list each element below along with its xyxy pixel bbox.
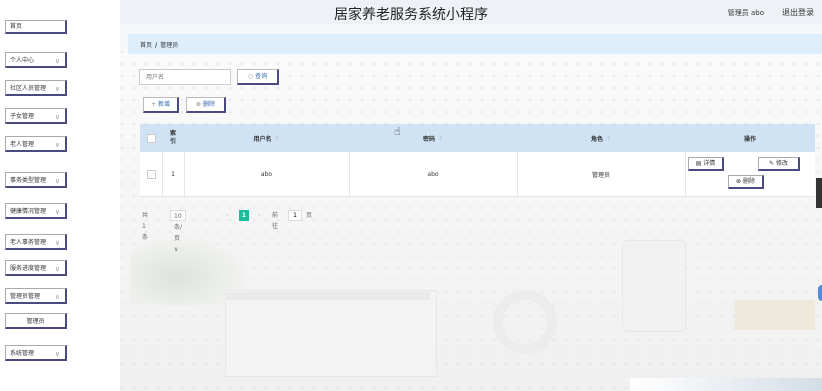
breadcrumb-current: 管理员 xyxy=(160,42,179,49)
next-page-icon[interactable]: › xyxy=(258,210,260,221)
sidebar: 首页 个人中心 ∨ 社区人员管理 ∨ 子女管理 ∨ 老人管理 ∨ 事务类型管理 … xyxy=(0,0,120,391)
chevron-down-icon: ∨ xyxy=(174,246,179,253)
decor-jar-image xyxy=(622,240,686,332)
sidebar-item-community-staff[interactable]: 社区人员管理 ∨ xyxy=(5,80,67,96)
chevron-down-icon: ∨ xyxy=(54,239,60,247)
table-row: 1 abo abo 管理员 ▤ 详情 ✎ 修改 ⊗ 删除 xyxy=(140,152,815,197)
search-input[interactable] xyxy=(139,69,231,85)
admin-table: 索引 用户名 ⇕ 密码 ⇕ 角色 ⇕ 操作 1 abo abo 管理员 ▤ 详情 ✎ … xyxy=(140,124,815,197)
detail-button[interactable]: ▤ 详情 xyxy=(688,157,724,171)
trash-icon: ⊗ xyxy=(736,178,742,185)
edit-icon: ✎ xyxy=(769,160,775,167)
sidebar-item-health[interactable]: 健康情况管理 ∨ xyxy=(5,203,67,219)
add-button-label: 新增 xyxy=(158,101,171,108)
sidebar-item-label: 事务类型管理 xyxy=(10,177,47,184)
select-all-cell[interactable] xyxy=(140,124,162,152)
cell-role: 管理员 xyxy=(591,171,610,179)
sidebar-item-label: 社区人员管理 xyxy=(10,85,47,92)
sidebar-item-label: 系统管理 xyxy=(10,350,35,357)
search-icon: ○ xyxy=(247,73,254,80)
decor-box-image xyxy=(225,290,437,377)
sidebar-item-children[interactable]: 子女管理 ∨ xyxy=(5,108,67,124)
chevron-down-icon: ∨ xyxy=(54,177,60,185)
edit-button[interactable]: ✎ 修改 xyxy=(758,157,800,171)
select-all-checkbox[interactable] xyxy=(146,133,156,143)
breadcrumb-separator: / xyxy=(155,42,158,49)
sidebar-item-service-progress[interactable]: 服务进度管理 ∨ xyxy=(5,260,67,276)
hand-cursor-icon: ☝ xyxy=(394,125,401,138)
sidebar-item-label: 老人事务管理 xyxy=(10,239,47,246)
detail-icon: ▤ xyxy=(695,160,702,167)
page-number-current[interactable]: 1 xyxy=(239,210,249,221)
sidebar-item-label: 管理员管理 xyxy=(10,293,41,300)
trash-icon: ⊗ xyxy=(195,101,201,108)
sidebar-item-label: 个人中心 xyxy=(10,57,35,64)
top-header: 居家养老服务系统小程序 管理员 abo 退出登录 xyxy=(0,0,822,24)
table-header: 索引 用户名 ⇕ 密码 ⇕ 角色 ⇕ 操作 xyxy=(140,124,815,152)
pagination-total: 共 1 条 xyxy=(142,212,149,241)
decor-book-image xyxy=(735,300,815,330)
sidebar-item-admin-manage[interactable]: 管理员管理 ∧ xyxy=(5,288,67,304)
current-user: 管理员 abo xyxy=(727,9,764,17)
cell-username: abo xyxy=(260,170,273,178)
sidebar-item-label: 管理员 xyxy=(26,318,45,325)
column-header-index: 索引 xyxy=(169,130,176,145)
chevron-down-icon: ∧ xyxy=(54,293,60,301)
sidebar-item-label: 健康情况管理 xyxy=(10,208,47,215)
row-checkbox[interactable] xyxy=(146,169,156,179)
search-button[interactable]: ○ 查询 xyxy=(237,69,279,85)
sidebar-item-elderly-affairs[interactable]: 老人事务管理 ∨ xyxy=(5,234,67,250)
prev-page-icon[interactable]: ‹ xyxy=(226,210,228,221)
plus-icon: + xyxy=(150,101,156,108)
floating-widget[interactable] xyxy=(818,285,822,301)
scrollbar-handle[interactable] xyxy=(816,178,822,208)
sidebar-item-home[interactable]: 首页 xyxy=(5,20,67,34)
add-button[interactable]: + 新增 xyxy=(143,97,179,113)
decor-box-lid xyxy=(225,292,430,300)
chevron-down-icon: ∨ xyxy=(54,208,60,216)
cell-actions: ▤ 详情 ✎ 修改 ⊗ 删除 xyxy=(685,152,815,196)
breadcrumb-bar: 首页 / 管理员 xyxy=(128,34,822,54)
column-header-username[interactable]: 用户名 ⇕ xyxy=(184,124,349,152)
chevron-down-icon: ∨ xyxy=(54,350,60,358)
sidebar-item-profile[interactable]: 个人中心 ∨ xyxy=(5,52,67,68)
page-unit-label: 页 xyxy=(306,212,313,219)
breadcrumb-home[interactable]: 首页 xyxy=(140,42,152,49)
sidebar-subitem-admin[interactable]: 管理员 xyxy=(5,313,67,329)
sidebar-item-label: 子女管理 xyxy=(10,113,35,120)
sidebar-item-system[interactable]: 系统管理 ∨ xyxy=(5,345,67,361)
sidebar-item-label: 老人管理 xyxy=(10,141,35,148)
sort-icon: ⇕ xyxy=(274,134,280,142)
chevron-down-icon: ∨ xyxy=(54,265,60,273)
sidebar-item-elderly[interactable]: 老人管理 ∨ xyxy=(5,136,67,152)
goto-page-input[interactable] xyxy=(288,210,302,221)
column-header-actions: 操作 xyxy=(743,135,756,143)
delete-button[interactable]: ⊗ 删除 xyxy=(186,97,226,113)
sidebar-item-affair-types[interactable]: 事务类型管理 ∨ xyxy=(5,172,67,188)
sort-icon: ⇕ xyxy=(605,134,612,142)
cell-index: 1 xyxy=(171,170,175,178)
chevron-down-icon: ∨ xyxy=(54,85,60,93)
decor-strip-image xyxy=(630,378,822,391)
chevron-down-icon: ∨ xyxy=(54,141,60,149)
row-select-cell[interactable] xyxy=(140,152,162,196)
app-title: 居家养老服务系统小程序 xyxy=(334,7,488,23)
sort-icon: ⇕ xyxy=(437,134,444,142)
goto-label: 前往 xyxy=(272,212,279,230)
sidebar-item-label: 服务进度管理 xyxy=(10,265,47,272)
chevron-down-icon: ∨ xyxy=(54,113,60,121)
column-header-password[interactable]: 密码 ⇕ xyxy=(349,124,517,152)
sidebar-item-label: 首页 xyxy=(10,23,23,30)
chevron-down-icon: ∨ xyxy=(54,57,60,65)
search-button-label: 查询 xyxy=(255,73,268,80)
row-delete-button[interactable]: ⊗ 删除 xyxy=(728,175,764,189)
column-header-role[interactable]: 角色 ⇕ xyxy=(517,124,685,152)
decor-ring-image xyxy=(493,290,557,354)
cell-password: abo xyxy=(427,170,439,178)
delete-button-label: 删除 xyxy=(203,101,216,108)
page-size-select[interactable]: 10条/页 ∨ xyxy=(170,210,187,253)
logout-link[interactable]: 退出登录 xyxy=(782,7,814,18)
breadcrumb: 首页 / 管理员 xyxy=(140,40,178,49)
